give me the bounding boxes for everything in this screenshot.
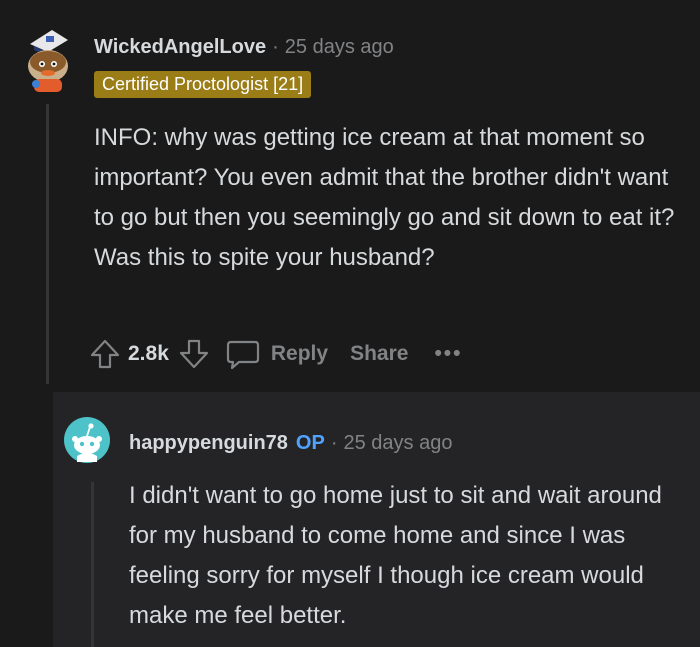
thread-collapse-line[interactable] [91,482,94,647]
downvote-arrow-icon[interactable] [177,337,211,371]
share-button[interactable]: Share [350,342,408,366]
more-options-button[interactable]: ••• [434,342,462,366]
comment-body: INFO: why was getting ice cream at that … [94,124,675,271]
thread-collapse-line[interactable] [46,104,49,384]
default-snoo-avatar-icon[interactable] [63,416,111,464]
comment-thread: WickedAngelLove · 25 days ago Certified Pr… [0,0,700,647]
comment-timestamp[interactable]: 25 days ago [285,36,394,58]
snoo-avatar-icon[interactable] [22,26,72,94]
comment-meta: WickedAngelLove · 25 days ago [94,36,394,59]
top-comment: WickedAngelLove · 25 days ago Certified Pr… [0,0,700,390]
user-flair: Certified Proctologist [21] [94,71,312,98]
comment-bubble-icon [225,337,261,371]
comment-body: I didn't want to go home just to sit and… [129,482,662,629]
comment-meta: happypenguin78 OP · 25 days ago [129,432,452,455]
op-badge: OP [295,432,325,454]
meta-separator: · [272,36,279,58]
reply-label: Reply [270,342,329,365]
upvote-arrow-icon[interactable] [88,337,122,371]
reply-comment: happypenguin78 OP · 25 days ago I didn't wa… [53,392,700,647]
vote-count: 2.8k [128,342,169,365]
comment-timestamp[interactable]: 25 days ago [343,432,452,454]
author-username[interactable]: happypenguin78 [129,432,288,454]
author-username[interactable]: WickedAngelLove [94,36,266,58]
meta-separator: · [330,432,338,454]
reply-button[interactable]: Reply [225,337,328,371]
comment-action-bar: 2.8k Reply Share ••• [88,334,463,374]
